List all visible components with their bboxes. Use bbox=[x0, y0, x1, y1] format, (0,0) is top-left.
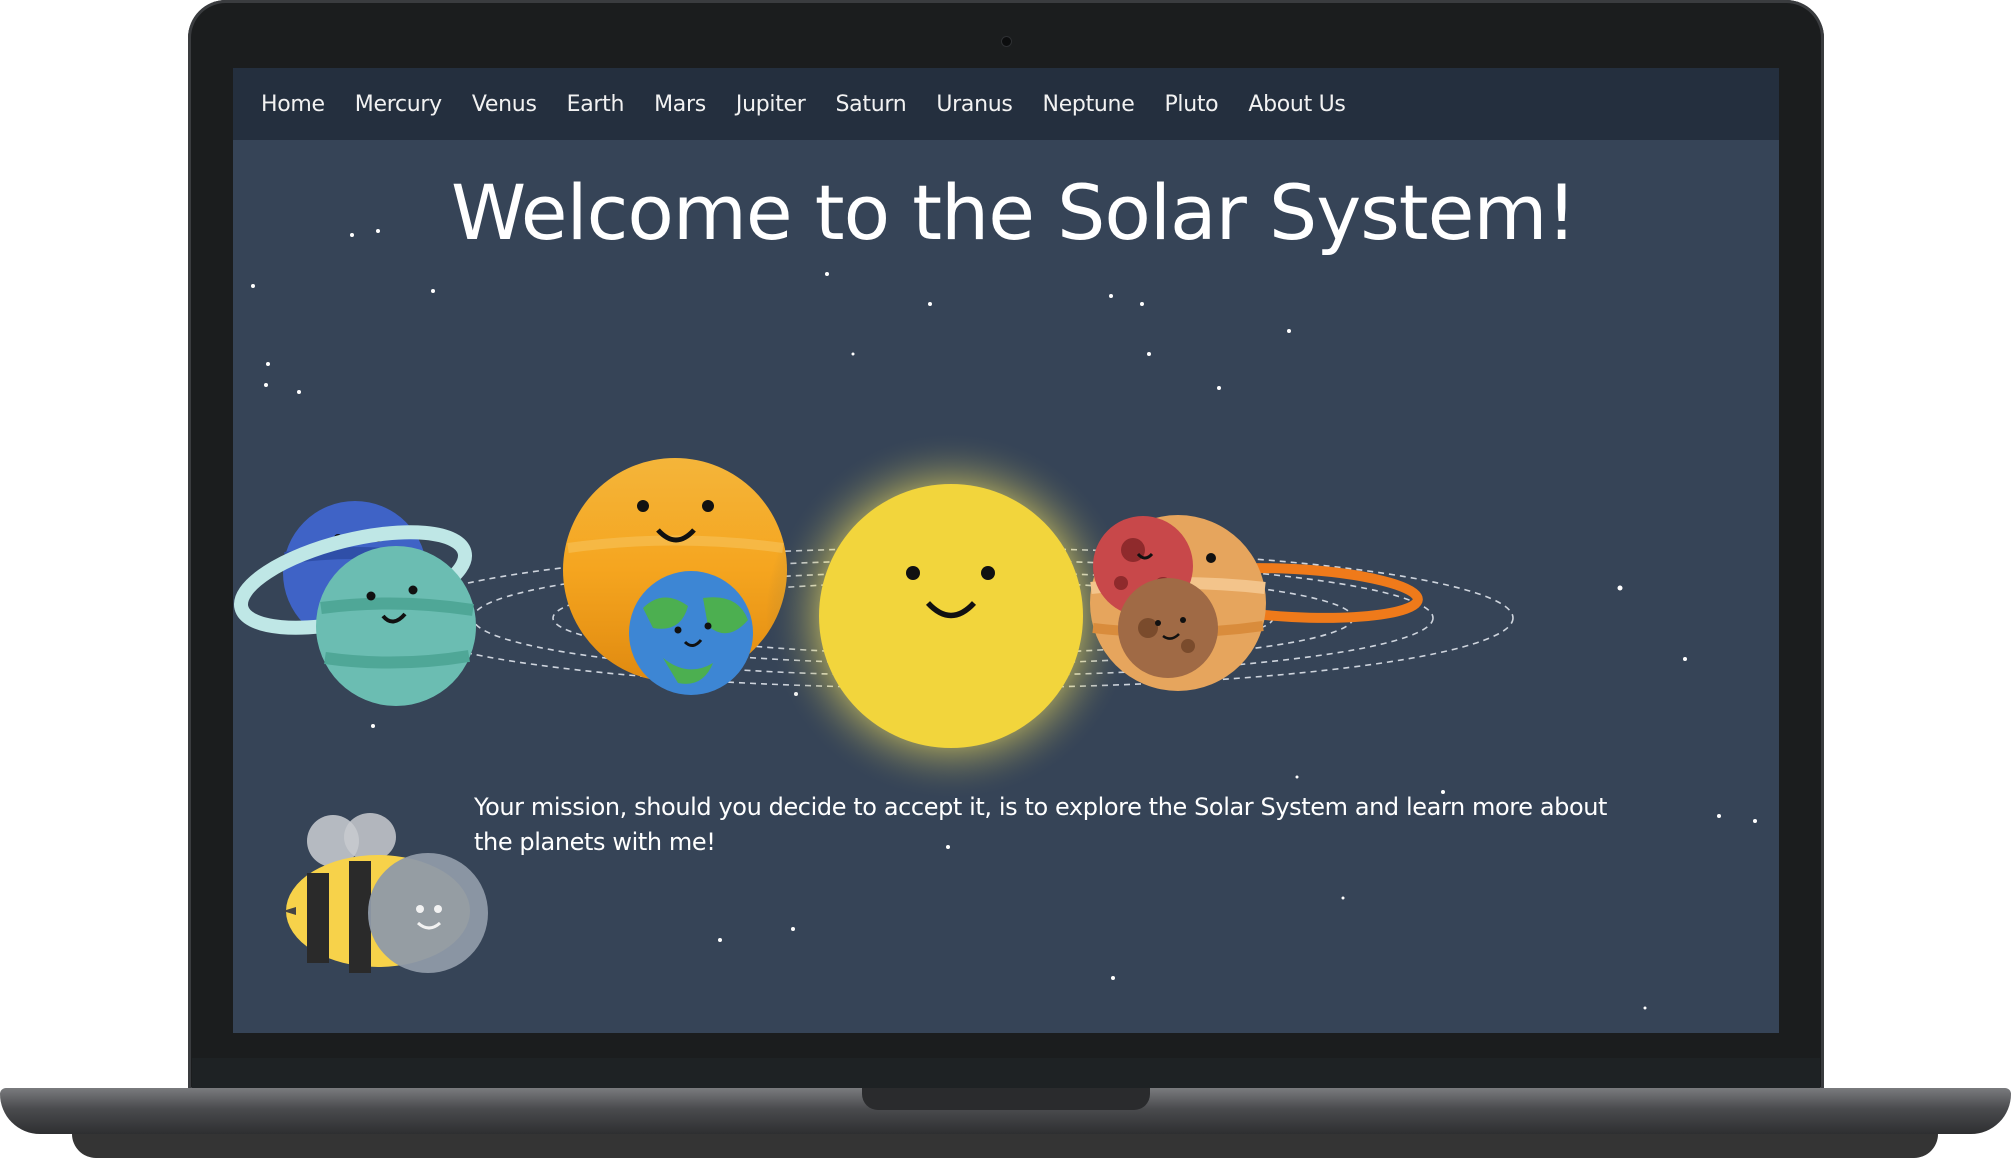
earth-icon bbox=[629, 571, 753, 695]
uranus-icon bbox=[233, 525, 476, 706]
laptop-notch bbox=[862, 1088, 1150, 1110]
page-title: Welcome to the Solar System! bbox=[451, 168, 1577, 257]
main-nav: Home Mercury Venus Earth Mars Jupiter Sa… bbox=[233, 68, 1779, 140]
nav-mercury[interactable]: Mercury bbox=[355, 92, 442, 117]
laptop-shadow bbox=[72, 1134, 1938, 1158]
camera-icon bbox=[1001, 36, 1012, 47]
nav-pluto[interactable]: Pluto bbox=[1164, 92, 1218, 117]
sun-icon bbox=[819, 484, 1083, 748]
nav-mars[interactable]: Mars bbox=[654, 92, 706, 117]
nav-jupiter[interactable]: Jupiter bbox=[736, 92, 806, 117]
bee-mascot-icon bbox=[283, 813, 488, 973]
nav-home[interactable]: Home bbox=[261, 92, 325, 117]
nav-venus[interactable]: Venus bbox=[472, 92, 537, 117]
browser-viewport: Home Mercury Venus Earth Mars Jupiter Sa… bbox=[233, 68, 1779, 1033]
nav-about-us[interactable]: About Us bbox=[1248, 92, 1346, 117]
nav-uranus[interactable]: Uranus bbox=[936, 92, 1012, 117]
nav-earth[interactable]: Earth bbox=[567, 92, 625, 117]
nav-neptune[interactable]: Neptune bbox=[1043, 92, 1135, 117]
mercury-icon bbox=[1118, 578, 1218, 678]
mission-paragraph: Your mission, should you decide to accep… bbox=[474, 793, 1608, 856]
nav-saturn[interactable]: Saturn bbox=[836, 92, 907, 117]
laptop-chin bbox=[192, 1058, 1820, 1088]
solar-system-illustration bbox=[233, 431, 1514, 801]
